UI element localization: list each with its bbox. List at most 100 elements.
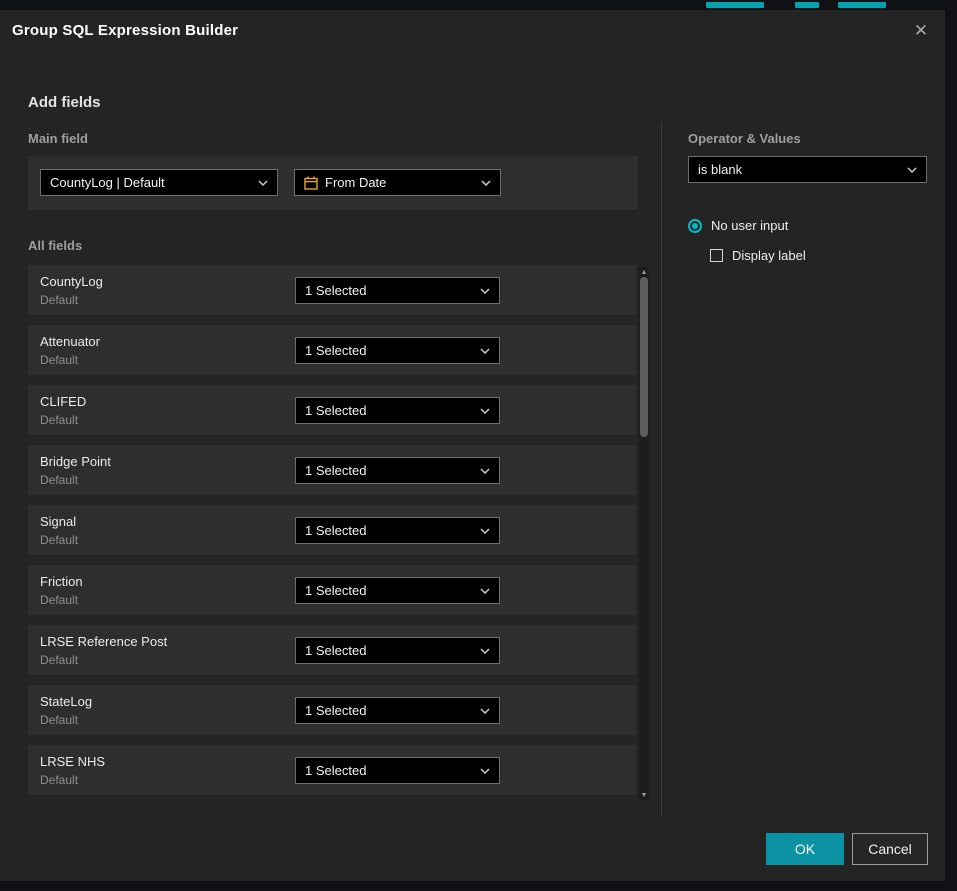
field-sublabel: Default — [40, 353, 100, 367]
close-icon[interactable]: ✕ — [911, 20, 931, 40]
field-sublabel: Default — [40, 593, 83, 607]
field-name: CLIFED — [40, 394, 86, 409]
field-info: Friction Default — [28, 574, 83, 607]
field-values-dropdown[interactable]: 1 Selected — [295, 697, 500, 724]
main-field-label: Main field — [28, 131, 88, 146]
chevron-down-icon — [480, 588, 490, 594]
field-row-countylog: CountyLog Default 1 Selected — [28, 265, 636, 315]
field-row-clifed: CLIFED Default 1 Selected — [28, 385, 636, 435]
chevron-down-icon — [907, 167, 917, 173]
field-sublabel: Default — [40, 413, 86, 427]
scroll-up-arrow-icon[interactable]: ▲ — [639, 267, 649, 277]
field-name: LRSE Reference Post — [40, 634, 167, 649]
display-label-option: Display label — [710, 248, 806, 263]
scrollbar-thumb[interactable] — [640, 277, 648, 437]
chevron-down-icon — [480, 408, 490, 414]
background-partial-content — [795, 2, 819, 8]
main-field-panel: CountyLog | Default From Date — [28, 156, 638, 210]
field-info: CLIFED Default — [28, 394, 86, 427]
all-fields-label: All fields — [28, 238, 82, 253]
field-name: LRSE NHS — [40, 754, 105, 769]
display-label-label: Display label — [732, 248, 806, 263]
field-values-dropdown[interactable]: 1 Selected — [295, 397, 500, 424]
field-values-dropdown[interactable]: 1 Selected — [295, 577, 500, 604]
field-values-dropdown[interactable]: 1 Selected — [295, 457, 500, 484]
no-user-input-label: No user input — [711, 218, 788, 233]
field-row-lrse-reference-post: LRSE Reference Post Default 1 Selected — [28, 625, 636, 675]
field-info: StateLog Default — [28, 694, 92, 727]
operator-values-label: Operator & Values — [688, 131, 801, 146]
field-values-selected: 1 Selected — [305, 283, 366, 298]
chevron-down-icon — [480, 768, 490, 774]
chevron-down-icon — [480, 348, 490, 354]
field-values-selected: 1 Selected — [305, 403, 366, 418]
field-sublabel: Default — [40, 533, 78, 547]
no-user-input-option: No user input — [688, 218, 788, 233]
group-sql-expression-builder-dialog: Group SQL Expression Builder ✕ Add field… — [0, 10, 945, 881]
field-values-selected: 1 Selected — [305, 463, 366, 478]
scrollbar-track[interactable] — [639, 277, 649, 790]
operator-value: is blank — [698, 162, 742, 177]
layer-select-dropdown[interactable]: CountyLog | Default — [40, 169, 278, 196]
field-values-selected: 1 Selected — [305, 583, 366, 598]
field-info: LRSE NHS Default — [28, 754, 105, 787]
field-name: StateLog — [40, 694, 92, 709]
all-fields-list: CountyLog Default 1 Selected Attenuator … — [28, 265, 650, 800]
field-values-dropdown[interactable]: 1 Selected — [295, 337, 500, 364]
chevron-down-icon — [481, 180, 491, 186]
field-sublabel: Default — [40, 293, 103, 307]
field-row-friction: Friction Default 1 Selected — [28, 565, 636, 615]
field-values-dropdown[interactable]: 1 Selected — [295, 757, 500, 784]
vertical-divider — [661, 122, 662, 816]
dialog-title-bar: Group SQL Expression Builder ✕ — [0, 10, 945, 50]
field-values-dropdown[interactable]: 1 Selected — [295, 277, 500, 304]
chevron-down-icon — [480, 708, 490, 714]
field-name: Signal — [40, 514, 78, 529]
chevron-down-icon — [480, 468, 490, 474]
add-fields-heading: Add fields — [28, 94, 101, 111]
field-values-selected: 1 Selected — [305, 343, 366, 358]
field-sublabel: Default — [40, 473, 111, 487]
chevron-down-icon — [480, 528, 490, 534]
field-row-lrse-nhs: LRSE NHS Default 1 Selected — [28, 745, 636, 795]
list-scrollbar[interactable]: ▲ ▼ — [639, 267, 649, 800]
radio-dot — [692, 223, 698, 229]
app-background: { "window": { "title": "Group SQL Expres… — [0, 0, 957, 891]
background-partial-content — [838, 2, 886, 8]
field-values-dropdown[interactable]: 1 Selected — [295, 637, 500, 664]
calendar-icon — [304, 176, 318, 190]
operator-dropdown[interactable]: is blank — [688, 156, 927, 183]
cancel-button[interactable]: Cancel — [852, 833, 928, 865]
field-values-selected: 1 Selected — [305, 523, 366, 538]
field-sublabel: Default — [40, 713, 92, 727]
ok-button[interactable]: OK — [766, 833, 844, 865]
scroll-down-arrow-icon[interactable]: ▼ — [639, 790, 649, 800]
field-sublabel: Default — [40, 773, 105, 787]
chevron-down-icon — [258, 180, 268, 186]
field-name: Friction — [40, 574, 83, 589]
field-info: CountyLog Default — [28, 274, 103, 307]
field-values-dropdown[interactable]: 1 Selected — [295, 517, 500, 544]
date-field-value: From Date — [325, 175, 386, 190]
field-name: Bridge Point — [40, 454, 111, 469]
layer-select-value: CountyLog | Default — [50, 175, 165, 190]
dialog-footer: OK Cancel — [0, 833, 945, 867]
field-values-selected: 1 Selected — [305, 703, 366, 718]
display-label-checkbox[interactable] — [710, 249, 723, 262]
field-info: Signal Default — [28, 514, 78, 547]
field-info: Bridge Point Default — [28, 454, 111, 487]
background-partial-content — [706, 2, 764, 8]
field-info: Attenuator Default — [28, 334, 100, 367]
field-name: Attenuator — [40, 334, 100, 349]
field-row-bridge-point: Bridge Point Default 1 Selected — [28, 445, 636, 495]
no-user-input-radio[interactable] — [688, 219, 702, 233]
field-values-selected: 1 Selected — [305, 763, 366, 778]
field-name: CountyLog — [40, 274, 103, 289]
chevron-down-icon — [480, 648, 490, 654]
field-row-statelog: StateLog Default 1 Selected — [28, 685, 636, 735]
field-values-selected: 1 Selected — [305, 643, 366, 658]
field-info: LRSE Reference Post Default — [28, 634, 167, 667]
date-field-dropdown[interactable]: From Date — [294, 169, 501, 196]
dialog-title: Group SQL Expression Builder — [12, 22, 238, 39]
chevron-down-icon — [480, 288, 490, 294]
